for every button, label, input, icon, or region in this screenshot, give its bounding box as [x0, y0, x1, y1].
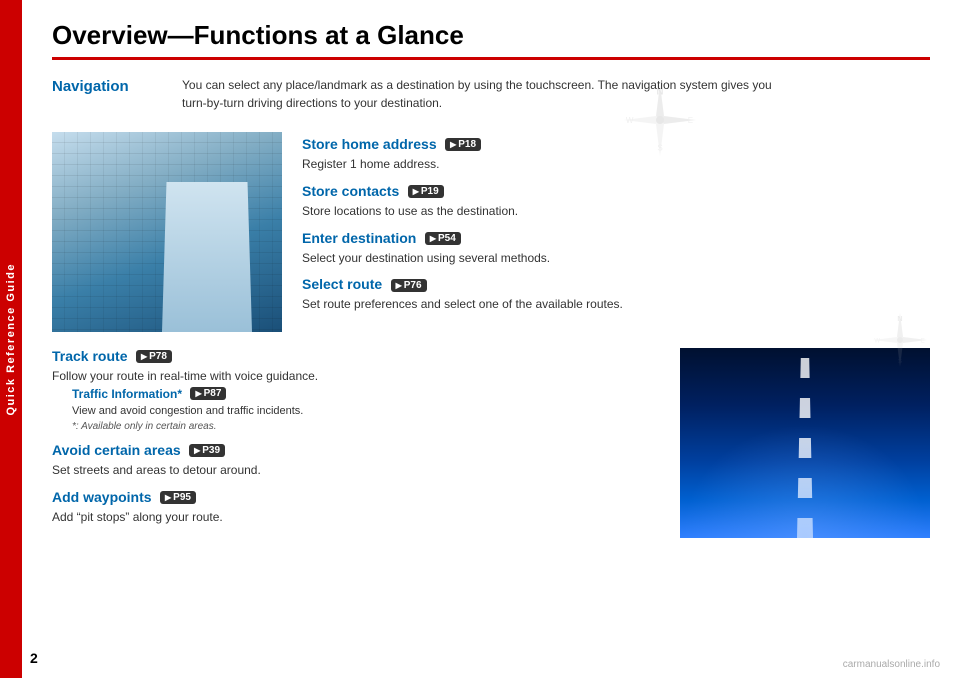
svg-text:S: S	[898, 359, 902, 365]
feature-avoid-areas-title: Avoid certain areas	[52, 442, 181, 458]
feature-enter-destination-badge: P54	[425, 232, 461, 245]
svg-text:E: E	[921, 338, 925, 344]
watermark: carmanualsonline.info	[843, 659, 940, 670]
feature-enter-destination-desc: Select your destination using several me…	[302, 250, 930, 267]
svg-text:E: E	[688, 116, 693, 125]
feature-store-contacts-title: Store contacts	[302, 183, 399, 199]
sub-feature-traffic-desc: View and avoid congestion and traffic in…	[72, 404, 660, 419]
svg-text:S: S	[657, 143, 662, 152]
lower-features: Track route P78 Follow your route in rea…	[52, 348, 660, 538]
navigation-label: Navigation	[52, 76, 162, 112]
road-glow	[680, 424, 930, 538]
feature-avoid-areas-badge: P39	[189, 444, 225, 457]
feature-avoid-areas: Avoid certain areas P39 Set streets and …	[52, 442, 660, 479]
feature-track-route: Track route P78 Follow your route in rea…	[52, 348, 660, 432]
feature-select-route-title: Select route	[302, 276, 382, 292]
nav-description: You can select any place/landmark as a d…	[182, 76, 930, 112]
svg-text:N: N	[897, 314, 902, 323]
side-tab-label: Quick Reference Guide	[5, 263, 17, 416]
feature-track-route-title: Track route	[52, 348, 127, 364]
feature-store-home-title: Store home address	[302, 136, 437, 152]
sub-feature-traffic: Traffic Information* P87 View and avoid …	[72, 385, 660, 432]
feature-add-waypoints: Add waypoints P95 Add “pit stops” along …	[52, 489, 660, 526]
nav-section: Navigation You can select any place/land…	[52, 76, 930, 112]
feature-store-home: Store home address P18 Register 1 home a…	[302, 136, 930, 173]
feature-select-route-badge: P76	[391, 279, 427, 292]
sub-feature-traffic-title: Traffic Information*	[72, 387, 182, 401]
feature-select-route: Select route P76 Set route preferences a…	[302, 276, 930, 313]
feature-store-contacts-badge: P19	[408, 185, 444, 198]
side-tab: Quick Reference Guide	[0, 0, 22, 678]
feature-store-home-badge: P18	[445, 138, 481, 151]
compass-decoration2: N S E W	[870, 310, 930, 370]
page-number: 2	[30, 650, 38, 666]
road-image	[680, 348, 930, 538]
feature-store-contacts: Store contacts P19 Store locations to us…	[302, 183, 930, 220]
feature-avoid-areas-desc: Set streets and areas to detour around.	[52, 462, 660, 479]
feature-add-waypoints-badge: P95	[160, 491, 196, 504]
feature-add-waypoints-desc: Add “pit stops” along your route.	[52, 509, 660, 526]
svg-text:N: N	[657, 86, 664, 97]
page-title: Overview—Functions at a Glance	[52, 20, 930, 60]
main-content: Overview—Functions at a Glance Navigatio…	[22, 0, 960, 678]
upper-content: Store home address P18 Register 1 home a…	[52, 132, 930, 332]
building-image	[52, 132, 282, 332]
feature-enter-destination: Enter destination P54 Select your destin…	[302, 230, 930, 267]
building-img-overlay	[52, 132, 282, 332]
feature-store-contacts-desc: Store locations to use as the destinatio…	[302, 203, 930, 220]
feature-store-home-desc: Register 1 home address.	[302, 156, 930, 173]
svg-text:W: W	[874, 338, 880, 344]
feature-track-route-desc: Follow your route in real-time with voic…	[52, 368, 660, 385]
feature-track-route-badge: P78	[136, 350, 172, 363]
feature-select-route-desc: Set route preferences and select one of …	[302, 296, 930, 313]
svg-text:W: W	[626, 116, 634, 125]
feature-enter-destination-title: Enter destination	[302, 230, 416, 246]
sub-feature-traffic-badge: P87	[190, 387, 226, 400]
compass-decoration: N S E W	[620, 80, 700, 160]
sub-feature-traffic-note: *: Available only in certain areas.	[72, 421, 660, 432]
lower-content: Track route P78 Follow your route in rea…	[52, 348, 930, 538]
features-list: Store home address P18 Register 1 home a…	[302, 132, 930, 332]
feature-add-waypoints-title: Add waypoints	[52, 489, 152, 505]
